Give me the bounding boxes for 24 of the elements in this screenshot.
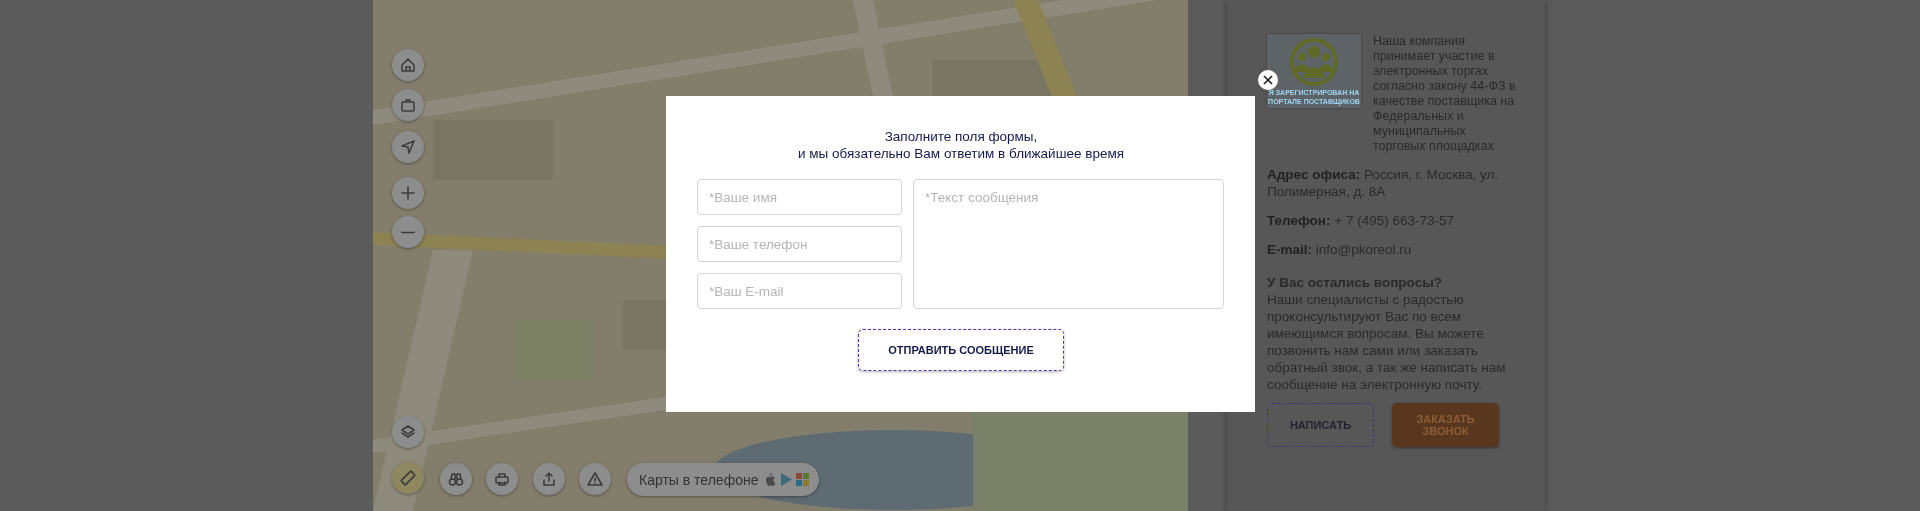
close-icon: [1263, 75, 1273, 85]
print-icon: [493, 470, 511, 488]
grid-icon: [796, 472, 810, 487]
input-field[interactable]: *Ваш E-mail: [697, 273, 902, 309]
send-button[interactable]: ОТПРАВИТЬ СООБЩЕНИЕ: [858, 329, 1064, 371]
ruler-icon: [399, 469, 417, 487]
layers-icon: [399, 423, 417, 441]
dialog-title: Заполните поля формы, и мы обязательно Вам ответим в ближайшее время: [797, 128, 1125, 162]
zoom-in-icon: [399, 184, 417, 202]
play-icon: [780, 472, 793, 487]
input-field[interactable]: *Ваше телефон: [697, 226, 902, 262]
zoom-out-icon: [401, 230, 415, 234]
app-promo-pill[interactable]: Карты в телефоне: [627, 463, 820, 496]
share-icon: [540, 470, 558, 488]
people-icon: [1290, 38, 1338, 86]
promo-text: Карты в телефоне: [639, 471, 759, 488]
home-icon: [399, 56, 417, 74]
message-field[interactable]: *Текст сообщения: [913, 179, 1224, 309]
warning-icon: [586, 470, 604, 488]
location-icon: [399, 138, 417, 156]
input-field[interactable]: *Ваше имя: [697, 179, 902, 215]
apple-icon: [764, 472, 777, 487]
binoculars-icon: [447, 470, 465, 488]
briefcase-icon: [399, 96, 417, 114]
